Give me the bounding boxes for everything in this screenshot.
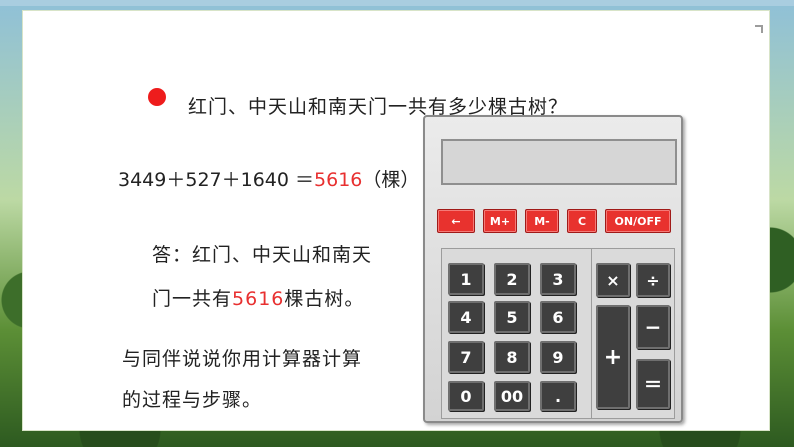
key-3[interactable]: 3 bbox=[540, 263, 576, 295]
key-9[interactable]: 9 bbox=[540, 341, 576, 373]
bullet-dot-icon bbox=[148, 88, 166, 106]
on-off-button[interactable]: ON/OFF bbox=[605, 209, 671, 233]
clear-button[interactable]: C bbox=[567, 209, 597, 233]
answer-prefix: 门一共有 bbox=[152, 288, 233, 310]
backspace-button[interactable]: ← bbox=[437, 209, 475, 233]
minus-key[interactable]: − bbox=[636, 305, 670, 349]
answer-line-2: 门一共有5616棵古树。 bbox=[152, 284, 364, 311]
key-decimal[interactable]: . bbox=[540, 381, 576, 411]
key-0[interactable]: 0 bbox=[448, 381, 484, 411]
equation-unit: （棵） bbox=[362, 169, 420, 191]
key-4[interactable]: 4 bbox=[448, 301, 484, 333]
key-2[interactable]: 2 bbox=[494, 263, 530, 295]
divide-key[interactable]: ÷ bbox=[636, 263, 670, 297]
equation-line: 3449＋527＋1640 ＝5616（棵） bbox=[118, 165, 419, 192]
key-6[interactable]: 6 bbox=[540, 301, 576, 333]
tip-line-1: 与同伴说说你用计算器计算 bbox=[122, 348, 363, 370]
operator-pad: × ÷ + − ＝ bbox=[591, 248, 675, 419]
plus-key[interactable]: + bbox=[596, 305, 630, 409]
key-7[interactable]: 7 bbox=[448, 341, 484, 373]
equals-key[interactable]: ＝ bbox=[636, 359, 670, 409]
top-border bbox=[0, 0, 794, 6]
memory-plus-button[interactable]: M+ bbox=[483, 209, 517, 233]
key-1[interactable]: 1 bbox=[448, 263, 484, 295]
calculator-display bbox=[441, 139, 677, 185]
key-8[interactable]: 8 bbox=[494, 341, 530, 373]
memory-minus-button[interactable]: M- bbox=[525, 209, 559, 233]
answer-number: 5616 bbox=[232, 288, 285, 310]
key-5[interactable]: 5 bbox=[494, 301, 530, 333]
calculator: ← M+ M- C ON/OFF 1 2 3 4 5 6 7 8 9 0 00 … bbox=[423, 115, 683, 423]
number-pad: 1 2 3 4 5 6 7 8 9 0 00 . bbox=[441, 248, 593, 419]
corner-mark-icon bbox=[755, 25, 763, 33]
tip-line-2: 的过程与步骤。 bbox=[122, 389, 263, 411]
key-00[interactable]: 00 bbox=[494, 381, 530, 411]
answer-suffix: 棵古树。 bbox=[284, 288, 365, 310]
equation-expression: 3449＋527＋1640 ＝ bbox=[118, 169, 315, 191]
multiply-key[interactable]: × bbox=[596, 263, 630, 297]
equation-result: 5616 bbox=[314, 169, 363, 191]
answer-line-1: 答：红门、中天山和南天 bbox=[152, 244, 373, 266]
